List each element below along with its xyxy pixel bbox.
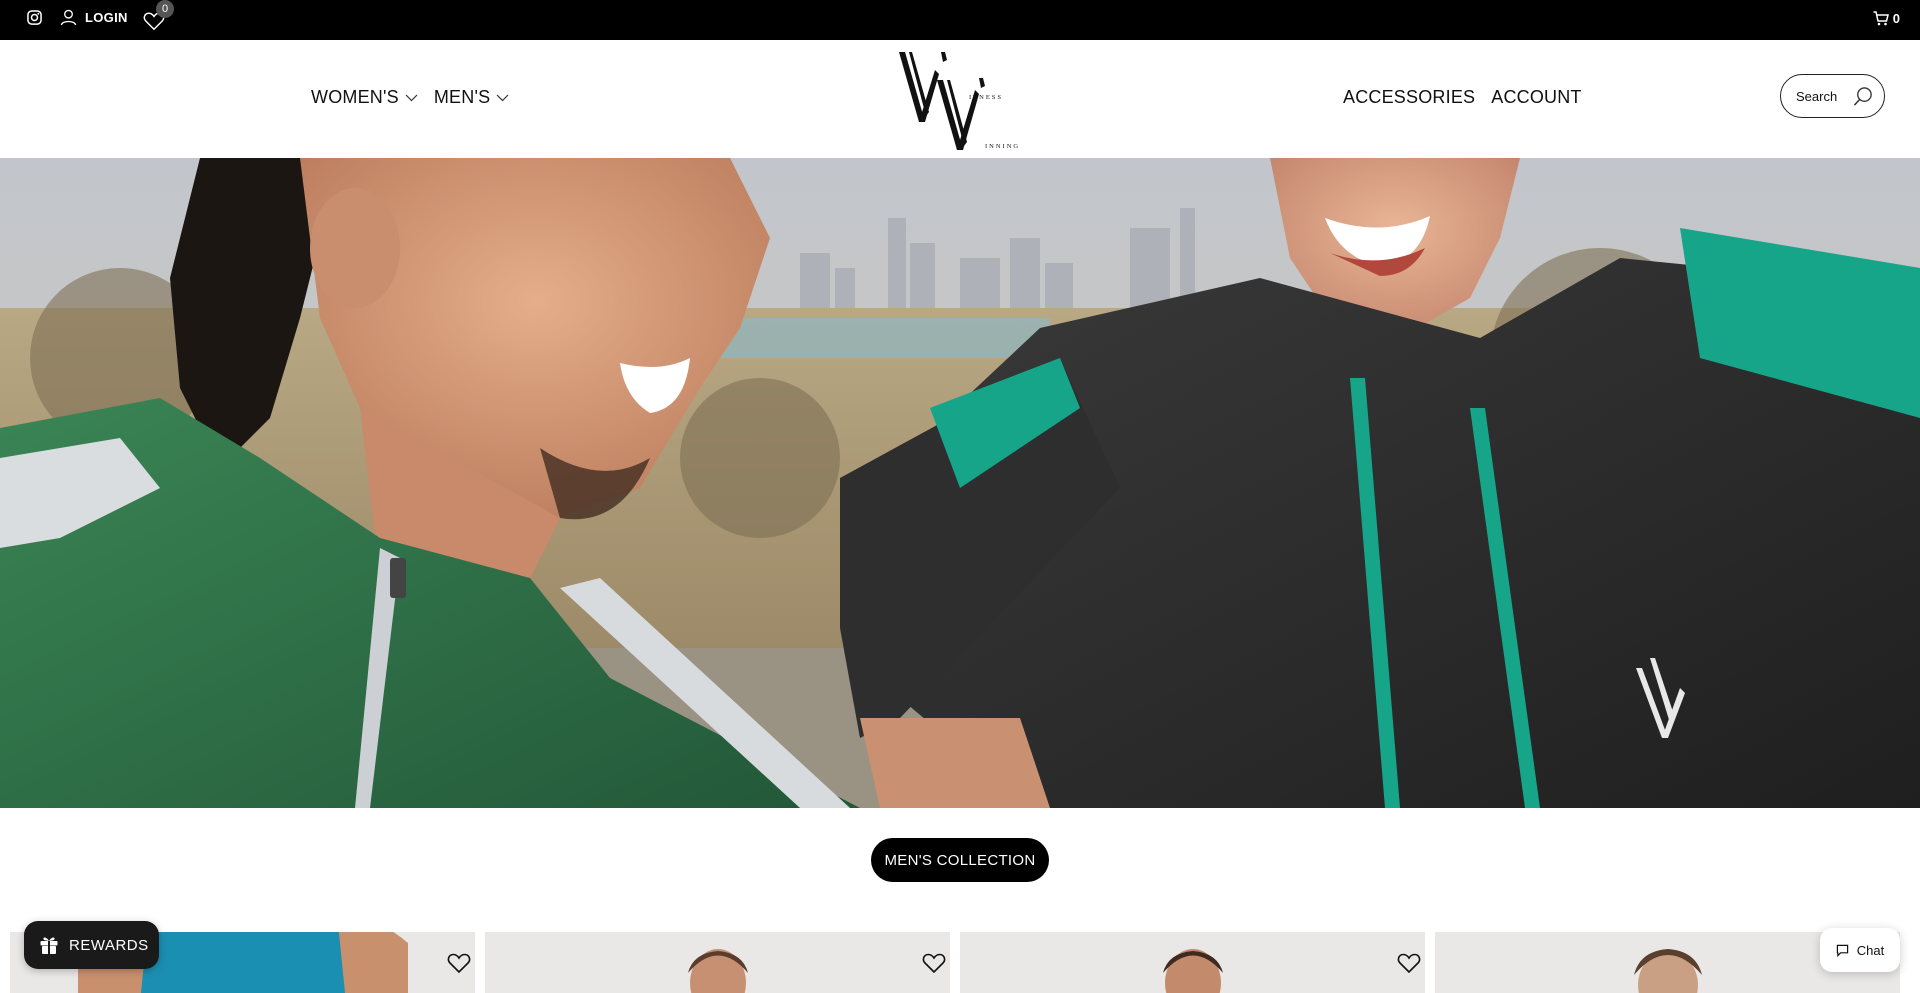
- site-header: WOMEN'S MEN'S ITNESS INNING ACCESSORIES …: [0, 40, 1920, 158]
- hero-banner-image[interactable]: [0, 158, 1920, 808]
- product-image: [1633, 949, 1702, 993]
- login-label: LOGIN: [85, 10, 128, 25]
- cart-icon: [1873, 11, 1889, 26]
- nav-item-label: WOMEN'S: [311, 87, 399, 107]
- primary-nav-left: WOMEN'S MEN'S: [311, 87, 509, 108]
- nav-item-label: ACCOUNT: [1491, 87, 1582, 107]
- nav-item-label: ACCESSORIES: [1343, 87, 1476, 107]
- product-card[interactable]: [960, 932, 1425, 993]
- search-input[interactable]: [1796, 88, 1856, 104]
- top-bar: LOGIN 0 0: [0, 0, 1920, 40]
- user-icon: [60, 9, 77, 26]
- nav-item-mens[interactable]: MEN'S: [434, 87, 509, 108]
- wishlist-count-badge: 0: [156, 0, 174, 18]
- chat-launcher[interactable]: Chat: [1820, 928, 1900, 972]
- product-image: [687, 949, 748, 993]
- nav-item-account[interactable]: ACCOUNT: [1491, 87, 1581, 108]
- nav-item-label: MEN'S: [433, 87, 491, 107]
- chat-bubble-icon: [1836, 944, 1848, 957]
- nav-item-womens[interactable]: WOMEN'S: [311, 87, 418, 108]
- product-card[interactable]: [485, 932, 950, 993]
- search-box[interactable]: [1780, 74, 1885, 118]
- mens-collection-button[interactable]: MEN'S COLLECTION: [871, 838, 1049, 882]
- gift-icon: [40, 937, 58, 954]
- rewards-launcher[interactable]: REWARDS: [24, 921, 159, 969]
- product-image: [1162, 949, 1223, 993]
- hero-photo: [0, 158, 1920, 808]
- wishlist-heart-icon[interactable]: [447, 952, 471, 974]
- brand-logo[interactable]: ITNESS INNING: [895, 50, 1045, 150]
- chevron-down-icon: [405, 94, 418, 101]
- instagram-icon[interactable]: [27, 10, 42, 25]
- wishlist-heart-icon[interactable]: [922, 952, 946, 974]
- cart-count: 0: [1892, 11, 1900, 26]
- logo-bottom-word: INNING: [985, 143, 1020, 150]
- logo-top-word: ITNESS: [969, 94, 1003, 101]
- rewards-label: REWARDS: [69, 936, 149, 954]
- wishlist-heart-icon[interactable]: [1397, 952, 1421, 974]
- nav-item-accessories[interactable]: ACCESSORIES: [1343, 87, 1475, 108]
- chevron-down-icon: [496, 94, 509, 101]
- primary-nav-right: ACCESSORIES ACCOUNT: [1343, 87, 1582, 108]
- login-link[interactable]: LOGIN: [60, 9, 128, 26]
- chat-label: Chat: [1856, 942, 1885, 958]
- cart-link[interactable]: 0: [1873, 11, 1900, 26]
- search-icon[interactable]: [1853, 86, 1874, 107]
